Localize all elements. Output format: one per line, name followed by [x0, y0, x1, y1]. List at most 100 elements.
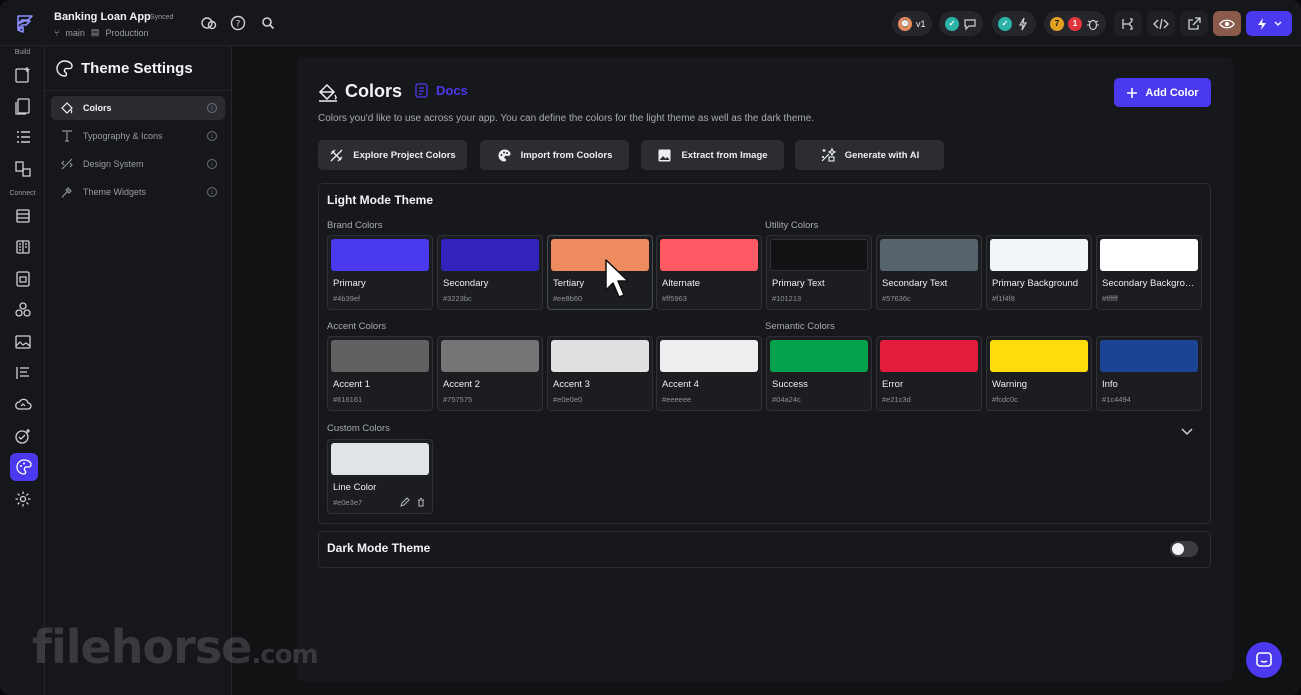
- color-name: Primary Text: [772, 278, 825, 289]
- run-check-button[interactable]: ✓: [992, 11, 1036, 36]
- color-card-secondary-background[interactable]: Secondary Background #ffffff: [1096, 235, 1202, 310]
- color-card-accent-1[interactable]: Accent 1 #616161: [327, 336, 433, 411]
- color-swatch: [1100, 239, 1198, 271]
- sync-status: Synced: [150, 14, 174, 21]
- preview-button[interactable]: [1213, 11, 1241, 36]
- sidebar-item-colors[interactable]: Colors i: [51, 96, 225, 120]
- color-name: Accent 1: [333, 379, 370, 390]
- app-window: Banking Loan App Synced ⑂ main ▤ Product…: [0, 0, 1301, 695]
- sidebar-item-theme-widgets[interactable]: Theme Widgets i: [51, 180, 225, 204]
- import-coolors-button[interactable]: Import from Coolors: [480, 140, 629, 170]
- flutterflow-logo-icon[interactable]: [14, 13, 36, 35]
- top-bar: Banking Loan App Synced ⑂ main ▤ Product…: [0, 0, 1301, 46]
- chat-icon: [1256, 652, 1272, 667]
- color-name: Primary: [333, 278, 366, 289]
- components-icon[interactable]: [13, 159, 33, 179]
- dark-mode-title: Dark Mode Theme: [327, 541, 431, 555]
- docs-link[interactable]: Docs: [415, 83, 468, 98]
- issues-button[interactable]: 7 1: [1044, 11, 1106, 36]
- explore-project-colors-button[interactable]: Explore Project Colors: [318, 140, 467, 170]
- version-button[interactable]: ⌚ v1: [892, 11, 932, 36]
- color-name: Secondary Text: [882, 278, 948, 289]
- color-card-secondary-text[interactable]: Secondary Text #57636c: [876, 235, 982, 310]
- color-card-tertiary[interactable]: Tertiary #ee8b60: [547, 235, 653, 310]
- project-name[interactable]: Banking Loan App: [54, 11, 151, 23]
- color-card-accent-4[interactable]: Accent 4 #eeeeee: [656, 336, 762, 411]
- search-icon[interactable]: [259, 14, 277, 32]
- add-page-icon[interactable]: [13, 65, 33, 85]
- image-icon: [658, 149, 671, 161]
- info-icon[interactable]: i: [207, 187, 217, 197]
- color-name: Tertiary: [553, 278, 585, 289]
- color-card-primary-text[interactable]: Primary Text #101213: [766, 235, 872, 310]
- main-content: Colors Docs Colors you'd like to use acr…: [232, 46, 1301, 695]
- widget-tree-icon[interactable]: [13, 127, 33, 147]
- color-card-primary[interactable]: Primary #4b39ef: [327, 235, 433, 310]
- color-card-accent-3[interactable]: Accent 3 #e0e0e0: [547, 336, 653, 411]
- color-card-secondary[interactable]: Secondary #3223bc: [437, 235, 543, 310]
- color-card-info[interactable]: Info #1c4494: [1096, 336, 1202, 411]
- cloud-functions-icon[interactable]: [13, 394, 33, 414]
- eye-icon: [1219, 19, 1235, 28]
- extract-from-image-button[interactable]: Extract from Image: [641, 140, 784, 170]
- light-mode-title: Light Mode Theme: [327, 193, 433, 207]
- delete-trash-icon[interactable]: [416, 497, 426, 507]
- media-assets-icon[interactable]: [13, 332, 33, 352]
- chevron-down-icon: [1274, 21, 1282, 26]
- run-button[interactable]: [1246, 11, 1292, 36]
- languages-icon[interactable]: [13, 363, 33, 383]
- color-swatch: [1100, 340, 1198, 372]
- docs-label: Docs: [436, 83, 468, 98]
- api-calls-icon[interactable]: [13, 237, 33, 257]
- theme-settings-icon[interactable]: [10, 453, 38, 481]
- collaboration-icon[interactable]: [200, 14, 218, 32]
- open-external-button[interactable]: [1180, 11, 1208, 36]
- add-color-button[interactable]: Add Color: [1114, 78, 1211, 107]
- sidebar-item-design-system[interactable]: Design System i: [51, 152, 225, 176]
- color-card-warning[interactable]: Warning #fcdc0c: [986, 336, 1092, 411]
- color-swatch: [990, 239, 1088, 271]
- semantic-colors-label: Semantic Colors: [765, 321, 835, 332]
- check-status-icon: ✓: [945, 16, 959, 31]
- color-card-primary-background[interactable]: Primary Background #f1f4f8: [986, 235, 1092, 310]
- color-name: Primary Background: [992, 278, 1079, 289]
- testing-icon[interactable]: [13, 426, 33, 446]
- info-icon[interactable]: i: [207, 131, 217, 141]
- dark-mode-toggle[interactable]: [1170, 541, 1198, 557]
- chevron-down-icon[interactable]: [1180, 424, 1194, 438]
- external-link-icon: [1188, 16, 1201, 30]
- navigation-rail: Build Connect: [0, 46, 45, 695]
- color-card-success[interactable]: Success #04a24c: [766, 336, 872, 411]
- code-button[interactable]: [1147, 11, 1175, 36]
- code-icon: [1153, 18, 1169, 29]
- color-name: Error: [882, 379, 904, 390]
- color-card-accent-2[interactable]: Accent 2 #757575: [437, 336, 543, 411]
- color-card-alternate[interactable]: Alternate #ff5963: [656, 235, 762, 310]
- generate-with-ai-button[interactable]: Generate with AI: [795, 140, 944, 170]
- help-icon[interactable]: ?: [229, 14, 247, 32]
- color-hex: #3223bc: [443, 294, 472, 303]
- branch-info[interactable]: ⑂ main ▤ Production: [54, 27, 148, 38]
- version-label: v1: [916, 18, 926, 29]
- info-icon[interactable]: i: [207, 159, 217, 169]
- color-hex: #ff5963: [662, 294, 687, 303]
- color-swatch: [880, 340, 978, 372]
- support-chat-button[interactable]: [1246, 642, 1282, 678]
- color-card-line-color[interactable]: Line Color #e0e3e7: [327, 439, 433, 514]
- color-hex: #e0e0e0: [553, 395, 583, 404]
- color-card-error[interactable]: Error #e21c3d: [876, 336, 982, 411]
- pages-icon[interactable]: [13, 96, 33, 116]
- edit-pencil-icon[interactable]: [400, 497, 410, 507]
- info-icon[interactable]: i: [207, 103, 217, 113]
- comments-button[interactable]: ✓: [939, 11, 983, 36]
- brand-colors-label: Brand Colors: [327, 220, 383, 231]
- app-state-icon[interactable]: [13, 269, 33, 289]
- sidebar-item-typography[interactable]: Typography & Icons i: [51, 124, 225, 148]
- card-tools: [400, 497, 426, 507]
- color-swatch: [660, 340, 758, 372]
- integrations-icon[interactable]: [13, 300, 33, 320]
- database-rail-icon[interactable]: [13, 206, 33, 226]
- accent-colors-label: Accent Colors: [327, 321, 387, 332]
- settings-gear-icon[interactable]: [13, 489, 33, 509]
- branching-button[interactable]: [1114, 11, 1142, 36]
